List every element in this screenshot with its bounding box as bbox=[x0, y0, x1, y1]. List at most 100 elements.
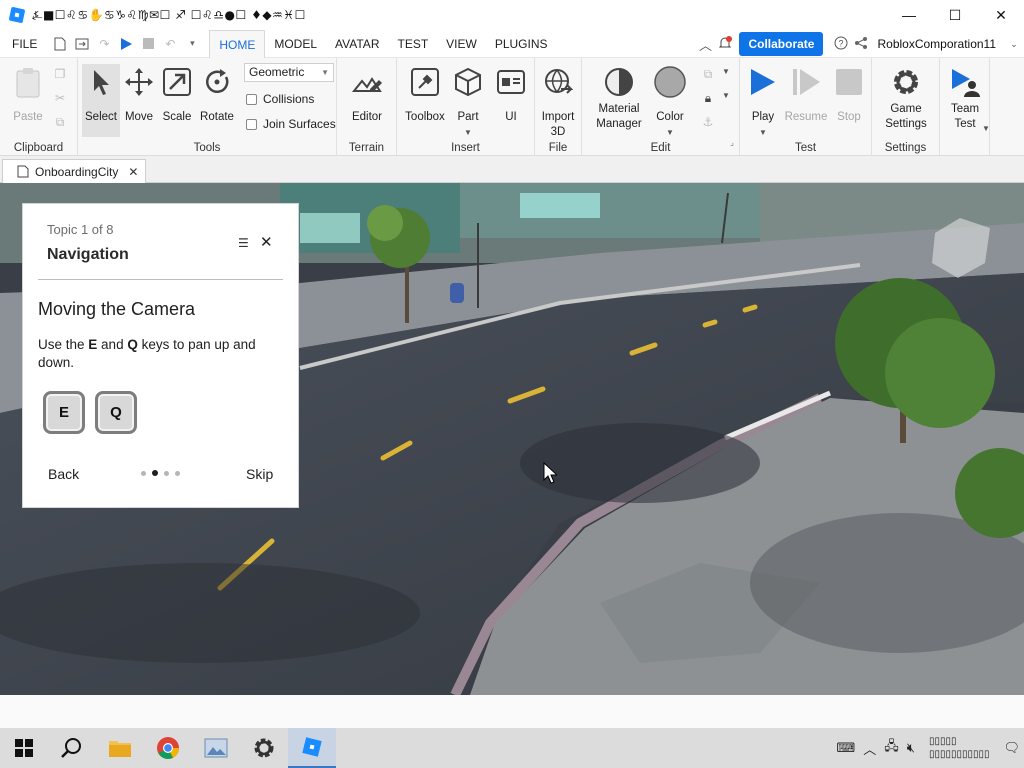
lock-dropdown-icon[interactable]: ▼ bbox=[718, 91, 734, 107]
move-tool-button[interactable]: Move bbox=[119, 64, 159, 125]
show-hidden-icons-chevron-icon[interactable]: ︿ bbox=[863, 739, 876, 758]
color-label: Color bbox=[656, 111, 684, 123]
material-manager-button[interactable]: Material Manager bbox=[594, 64, 644, 132]
test-group-label: Test bbox=[794, 142, 817, 154]
stop-button[interactable]: Stop bbox=[829, 64, 869, 125]
network-icon[interactable]: 🖧︎ bbox=[884, 737, 899, 759]
file-menu[interactable]: FILE bbox=[0, 30, 49, 58]
key-q-badge: Q bbox=[95, 391, 137, 434]
page-dot[interactable] bbox=[141, 470, 146, 476]
collaborate-button[interactable]: Collaborate bbox=[739, 32, 824, 56]
play-button[interactable]: Play ▼ bbox=[743, 64, 783, 140]
publish-icon[interactable] bbox=[71, 30, 93, 58]
tab-home[interactable]: HOME bbox=[209, 29, 266, 59]
collisions-checkbox-box[interactable] bbox=[246, 93, 257, 105]
undo-icon[interactable]: ↶ bbox=[159, 30, 181, 58]
game-settings-button[interactable]: Game Settings bbox=[878, 64, 934, 132]
toolbox-label: Toolbox bbox=[405, 111, 445, 123]
new-file-icon[interactable] bbox=[49, 30, 71, 58]
menubar-right: ︿ Collaborate ? RobloxComporation11 ⌄ bbox=[695, 30, 1024, 58]
select-tool-button[interactable]: Select bbox=[82, 64, 120, 137]
close-icon[interactable]: ✕ bbox=[260, 233, 273, 251]
lock-icon[interactable]: 🔒︎ bbox=[700, 91, 716, 107]
share-icon[interactable] bbox=[851, 36, 871, 53]
ui-label: UI bbox=[505, 111, 517, 123]
photos-app-button[interactable] bbox=[192, 728, 240, 768]
collisions-label: Collisions bbox=[263, 92, 315, 106]
rotate-label: Rotate bbox=[200, 111, 234, 123]
color-dropdown-icon[interactable]: ▼ bbox=[650, 125, 690, 140]
team-test-dropdown-icon[interactable]: ▼ bbox=[978, 124, 994, 140]
chrome-button[interactable] bbox=[144, 728, 192, 768]
anchor-icon[interactable]: ⚓︎ bbox=[700, 115, 716, 131]
collisions-checkbox[interactable]: Collisions bbox=[246, 92, 314, 106]
part-dropdown-icon[interactable]: ▼ bbox=[448, 125, 488, 140]
team-test-button[interactable]: Team Test bbox=[945, 64, 985, 132]
notifications-bell-icon[interactable] bbox=[715, 35, 735, 53]
play-dropdown-icon[interactable]: ▼ bbox=[743, 125, 783, 140]
search-button[interactable] bbox=[48, 728, 96, 768]
tab-test[interactable]: TEST bbox=[388, 30, 437, 58]
quick-access-more-icon[interactable]: ▾ bbox=[181, 30, 203, 58]
page-dot[interactable] bbox=[175, 470, 180, 476]
ui-button[interactable]: UI bbox=[491, 64, 531, 125]
username-label[interactable]: RobloxComporation11 bbox=[877, 37, 996, 51]
terrain-editor-button[interactable]: Editor bbox=[347, 64, 387, 125]
copy-icon[interactable]: ❐ bbox=[52, 67, 68, 83]
desc-key-q: Q bbox=[127, 337, 138, 352]
keyboard-icon[interactable]: ⌨ bbox=[836, 740, 855, 756]
window-title: ⍼■☐♌♋✋♋♑♌♍✉☐ ♐ ☐♌♎●☐ ♦◆♒♓☐ bbox=[32, 7, 306, 22]
doc-tab-onboardingcity[interactable]: OnboardingCity ✕ bbox=[2, 159, 146, 183]
close-window-button[interactable]: ✕ bbox=[978, 0, 1024, 30]
system-tray: ⌨ ︿ 🖧︎ 🔇︎ ▯▯▯▯▯ ▯▯▯▯▯▯▯▯▯▯▯ 🗨︎ bbox=[832, 728, 1024, 768]
redo-icon[interactable]: ↷ bbox=[93, 30, 115, 58]
roblox-studio-taskbar-button[interactable] bbox=[288, 728, 336, 768]
tab-view[interactable]: VIEW bbox=[437, 30, 486, 58]
insert-group-label: Insert bbox=[451, 142, 480, 154]
part-button[interactable]: Part ▼ bbox=[448, 64, 488, 140]
file-explorer-button[interactable] bbox=[96, 728, 144, 768]
join-surfaces-checkbox-box[interactable] bbox=[246, 118, 257, 130]
import-3d-button[interactable]: Import 3D bbox=[538, 64, 578, 140]
page-dot-active[interactable] bbox=[152, 470, 158, 476]
page-dot[interactable] bbox=[164, 470, 169, 476]
duplicate-icon[interactable]: ⧉ bbox=[52, 115, 68, 131]
insert-group: Toolbox Part ▼ UI Insert bbox=[397, 58, 535, 156]
tab-model[interactable]: MODEL bbox=[265, 30, 326, 58]
resume-button[interactable]: Resume bbox=[784, 64, 828, 125]
quick-play-icon[interactable] bbox=[115, 30, 137, 58]
start-button[interactable] bbox=[0, 728, 48, 768]
group-icon[interactable]: ⧉ bbox=[700, 67, 716, 83]
tab-plugins[interactable]: PLUGINS bbox=[486, 30, 557, 58]
3d-viewport[interactable]: Topic 1 of 8 Navigation ☰ ✕ Moving the C… bbox=[0, 183, 1024, 695]
minimize-button[interactable]: — bbox=[886, 0, 932, 30]
settings-app-button[interactable] bbox=[240, 728, 288, 768]
notifications-icon[interactable]: 🗨︎ bbox=[1003, 740, 1020, 756]
select-label: Select bbox=[85, 111, 117, 123]
rotate-tool-button[interactable]: Rotate bbox=[197, 64, 237, 125]
join-surfaces-checkbox[interactable]: Join Surfaces bbox=[246, 117, 336, 131]
group-dropdown-icon[interactable]: ▼ bbox=[718, 67, 734, 83]
volume-muted-icon[interactable]: 🔇︎ bbox=[907, 740, 915, 756]
tab-avatar[interactable]: AVATAR bbox=[326, 30, 388, 58]
back-button[interactable]: Back bbox=[48, 466, 79, 482]
maximize-button[interactable]: ☐ bbox=[932, 0, 978, 30]
cut-icon[interactable]: ✂ bbox=[52, 91, 68, 107]
topic-list-icon[interactable]: ☰ bbox=[238, 236, 249, 250]
clock[interactable]: ▯▯▯▯▯ ▯▯▯▯▯▯▯▯▯▯▯ bbox=[929, 735, 990, 761]
skip-button[interactable]: Skip bbox=[246, 466, 273, 482]
transform-mode-dropdown[interactable]: Geometric ▼ bbox=[244, 63, 334, 82]
collapse-ribbon-icon[interactable]: ︿ bbox=[695, 35, 715, 54]
scale-tool-button[interactable]: Scale bbox=[157, 64, 197, 125]
test-group: Play ▼ Resume Stop Test bbox=[740, 58, 872, 156]
paste-button[interactable]: Paste bbox=[8, 64, 48, 125]
color-button[interactable]: Color ▼ bbox=[650, 64, 690, 140]
folder-icon bbox=[109, 741, 131, 757]
gear-icon bbox=[254, 738, 274, 758]
help-icon[interactable]: ? bbox=[831, 36, 851, 53]
close-tab-icon[interactable]: ✕ bbox=[128, 165, 138, 179]
desc-text-2: and bbox=[97, 337, 128, 352]
toolbox-button[interactable]: Toolbox bbox=[403, 64, 447, 125]
quick-stop-icon[interactable] bbox=[137, 30, 159, 58]
account-dropdown-icon[interactable]: ⌄ bbox=[1004, 39, 1024, 50]
